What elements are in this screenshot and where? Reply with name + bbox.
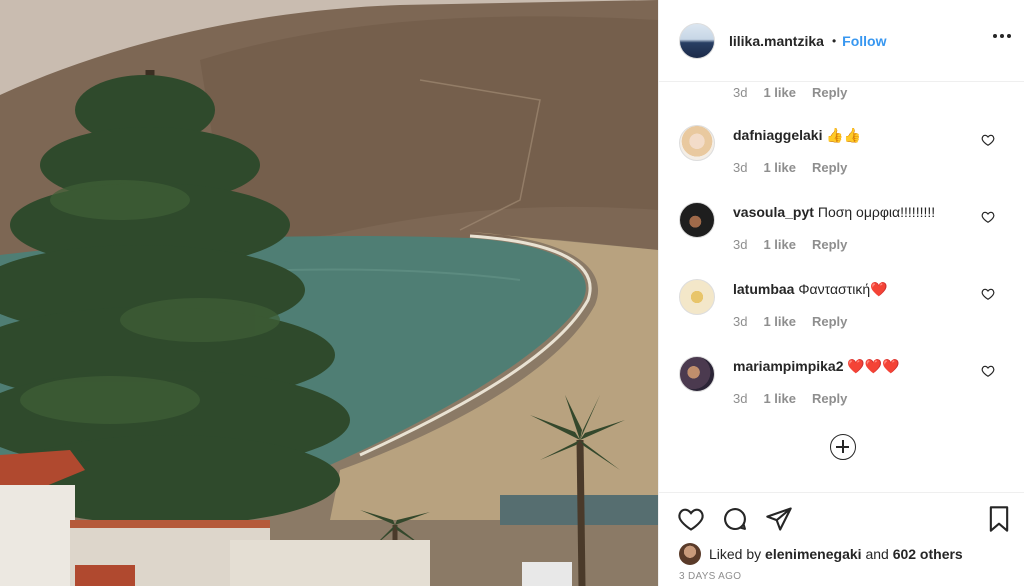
comment-likes[interactable]: 1 like (763, 160, 796, 175)
comment-item: dafniaggelaki 👍👍 3d 1 like Reply (679, 125, 1009, 195)
comment-time: 3d (733, 391, 748, 406)
author-avatar[interactable] (679, 22, 715, 59)
reply-button[interactable]: Reply (812, 85, 847, 100)
commenter-username[interactable]: vasoula_pyt (733, 204, 814, 220)
beach-landscape-image (0, 0, 658, 586)
share-paper-plane-icon[interactable] (765, 505, 793, 533)
more-options-icon[interactable] (993, 34, 1011, 38)
reply-button[interactable]: Reply (812, 160, 847, 175)
comment-body: ❤️❤️❤️ (847, 358, 900, 374)
comment-meta: 3d 1 like Reply (733, 314, 847, 329)
commenter-username[interactable]: mariampimpika2 (733, 358, 844, 374)
commenter-avatar[interactable] (679, 202, 715, 238)
author-username[interactable]: lilika.mantzika (729, 33, 824, 49)
likes-count-link[interactable]: 602 others (893, 546, 963, 562)
comment-text: mariampimpika2 ❤️❤️❤️ (733, 358, 900, 375)
liked-by-prefix: Liked by (709, 546, 762, 562)
comment-item: mariampimpika2 ❤️❤️❤️ 3d 1 like Reply (679, 356, 1009, 426)
comment-time: 3d (733, 314, 748, 329)
comment-bubble-icon[interactable] (721, 505, 749, 533)
load-more-comments-plus-icon[interactable] (830, 434, 856, 460)
reply-button[interactable]: Reply (812, 391, 847, 406)
liked-by-user[interactable]: elenimenegaki (765, 546, 862, 562)
reply-button[interactable]: Reply (812, 314, 847, 329)
commenter-username[interactable]: latumbaa (733, 281, 794, 297)
comment-item: latumbaa Φανταστική❤️ 3d 1 like Reply (679, 279, 1009, 349)
commenter-avatar[interactable] (679, 356, 715, 392)
reply-button[interactable]: Reply (812, 237, 847, 252)
comment-body: Ποση ομρφια!!!!!!!!! (817, 204, 936, 220)
like-heart-icon[interactable] (677, 505, 705, 533)
comment-text: dafniaggelaki 👍👍 (733, 127, 861, 144)
post-side-panel: lilika.mantzika • Follow 3d 1 like Reply… (658, 0, 1024, 586)
comment-body: Φανταστική❤️ (798, 281, 888, 297)
comment-text: vasoula_pyt Ποση ομρφια!!!!!!!!! (733, 204, 935, 220)
comment-time: 3d (733, 160, 748, 175)
comment-meta: 3d 1 like Reply (733, 391, 847, 406)
comment-likes[interactable]: 1 like (763, 391, 796, 406)
comment-likes[interactable]: 1 like (763, 85, 796, 100)
like-comment-heart-icon[interactable] (981, 364, 995, 378)
post-actions-bar: Liked by elenimenegaki and 602 others 3 … (659, 492, 1024, 586)
commenter-avatar[interactable] (679, 125, 715, 161)
save-bookmark-icon[interactable] (985, 505, 1013, 533)
comment-likes[interactable]: 1 like (763, 237, 796, 252)
post-header: lilika.mantzika • Follow (659, 0, 1024, 82)
header-separator: • (831, 33, 837, 48)
like-comment-heart-icon[interactable] (981, 210, 995, 224)
comment-meta: 3d 1 like Reply (733, 237, 847, 252)
previous-comment-meta: 3d 1 like Reply (733, 85, 847, 100)
liked-by-and: and (865, 546, 889, 562)
liker-avatar[interactable] (679, 543, 701, 565)
like-comment-heart-icon[interactable] (981, 133, 995, 147)
comment-time: 3d (733, 237, 748, 252)
commenter-username[interactable]: dafniaggelaki (733, 127, 822, 143)
liked-by-summary: Liked by elenimenegaki and 602 others (679, 543, 963, 565)
post-date: 3 DAYS AGO (679, 571, 742, 582)
comment-item: vasoula_pyt Ποση ομρφια!!!!!!!!! 3d 1 li… (679, 202, 1009, 272)
comment-likes[interactable]: 1 like (763, 314, 796, 329)
post-photo[interactable] (0, 0, 658, 586)
comment-body: 👍👍 (826, 127, 862, 143)
commenter-avatar[interactable] (679, 279, 715, 315)
comment-text: latumbaa Φανταστική❤️ (733, 281, 888, 298)
comment-time: 3d (733, 85, 748, 100)
like-comment-heart-icon[interactable] (981, 287, 995, 301)
follow-button[interactable]: Follow (842, 33, 886, 49)
comment-meta: 3d 1 like Reply (733, 160, 847, 175)
